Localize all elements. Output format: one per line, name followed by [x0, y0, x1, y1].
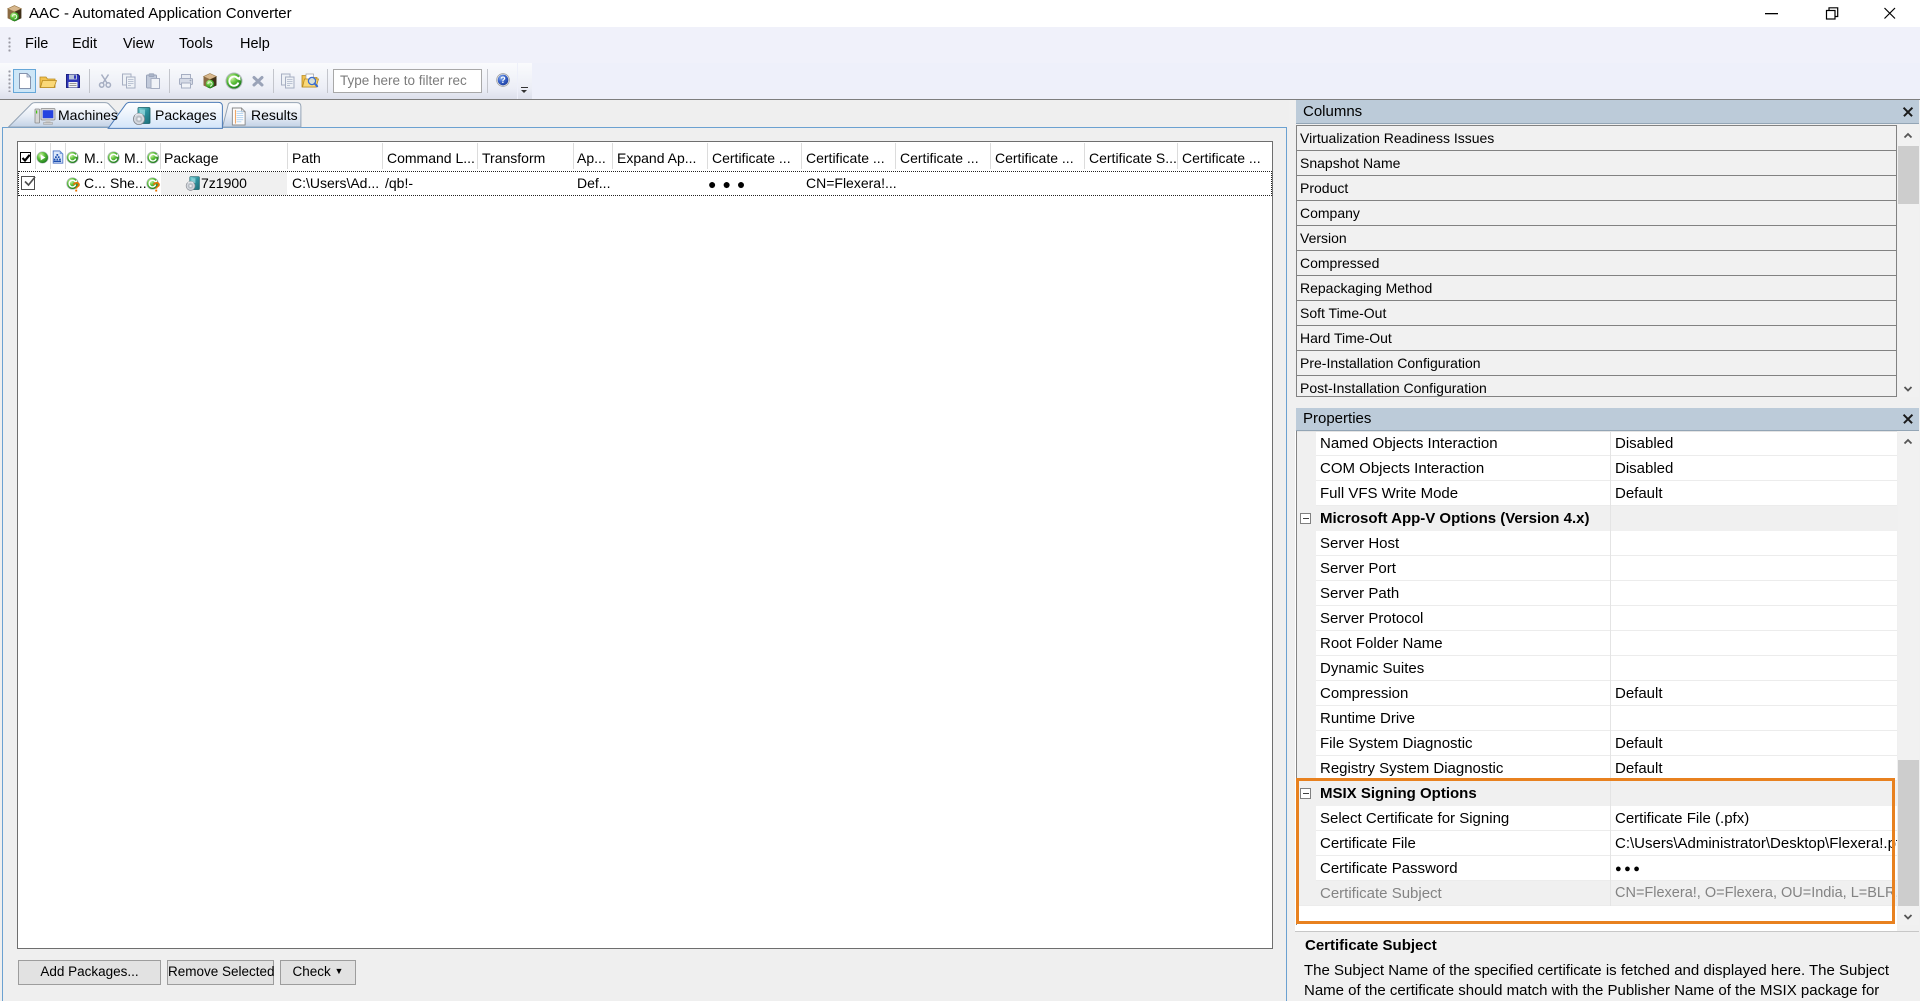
- svg-text:Machines: Machines: [58, 107, 118, 123]
- svg-text:Results: Results: [251, 107, 298, 123]
- svg-text:Packages: Packages: [155, 107, 216, 123]
